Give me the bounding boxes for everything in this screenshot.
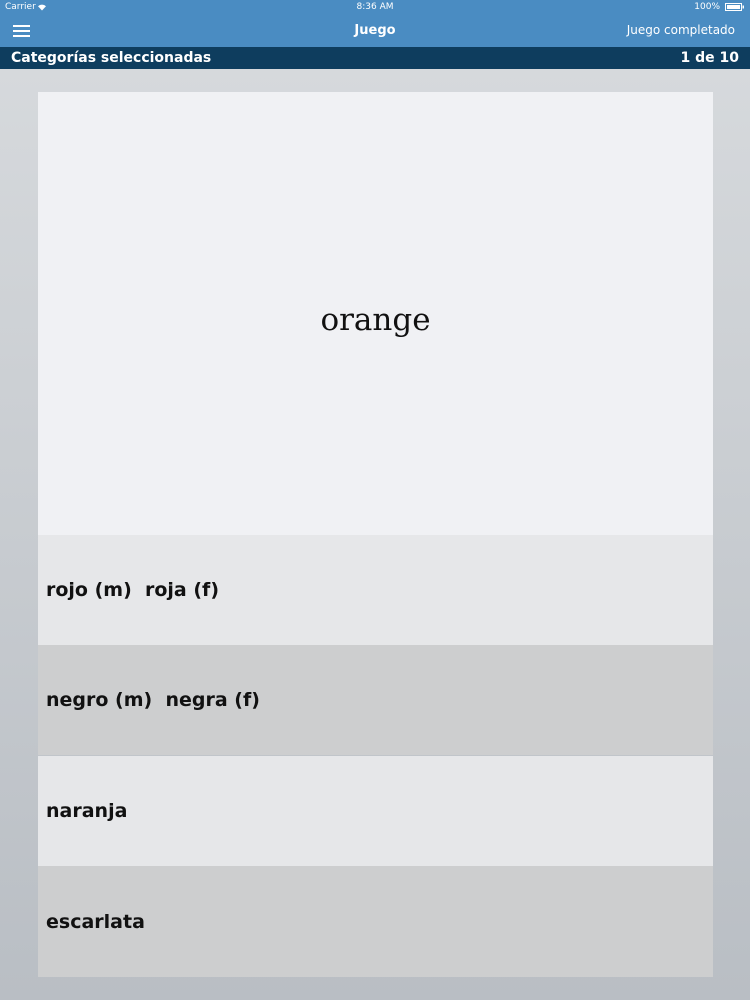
- question-card: orange: [38, 92, 713, 535]
- answer-option-label: naranja: [46, 800, 128, 822]
- answer-option-2[interactable]: negro (m) negra (f): [38, 645, 713, 755]
- answer-option-1[interactable]: rojo (m) roja (f): [38, 535, 713, 645]
- battery-icon: [725, 3, 744, 11]
- question-word: orange: [320, 302, 431, 338]
- status-time: 8:36 AM: [356, 2, 394, 12]
- status-bar: Carrier 8:36 AM 100%: [0, 0, 750, 14]
- battery-percentage: 100%: [694, 2, 720, 12]
- answer-option-label: negro (m) negra (f): [46, 689, 260, 711]
- menu-button[interactable]: [12, 22, 34, 40]
- category-bar: Categorías seleccionadas 1 de 10: [0, 47, 750, 69]
- answer-option-label: rojo (m) roja (f): [46, 579, 220, 601]
- answer-option-label: escarlata: [46, 910, 145, 933]
- answer-option-4[interactable]: escarlata: [38, 866, 713, 977]
- selected-categories-label: Categorías seleccionadas: [11, 50, 212, 66]
- game-completed-button[interactable]: Juego completado: [627, 14, 735, 47]
- progress-counter: 1 de 10: [680, 50, 740, 66]
- answer-option-3[interactable]: naranja: [38, 756, 713, 866]
- navigation-bar: Juego Juego completado: [0, 14, 750, 47]
- hamburger-menu-icon: [13, 25, 30, 37]
